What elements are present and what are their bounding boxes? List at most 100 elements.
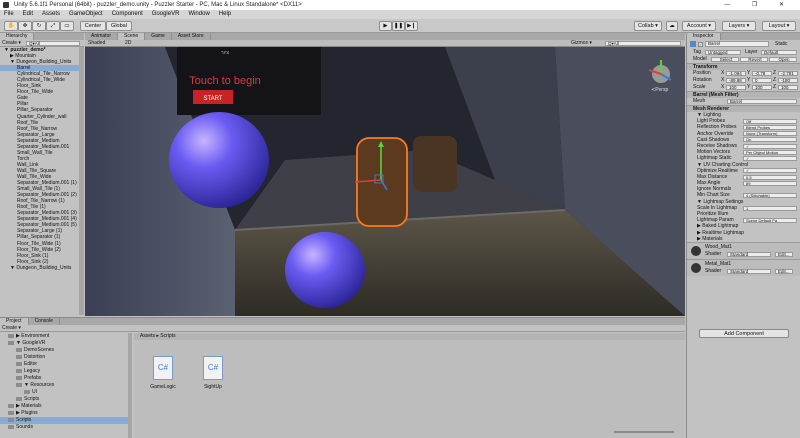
script-asset[interactable]: C# SightUp: [196, 356, 230, 396]
folder-item[interactable]: Scripts: [0, 396, 128, 403]
folder-item[interactable]: ▶ Materials: [0, 403, 128, 410]
blue-sphere-large[interactable]: [169, 112, 269, 208]
property-value[interactable]: 0.5: [743, 174, 797, 180]
rotate-tool-button[interactable]: ↻: [32, 21, 46, 31]
model-revert-button[interactable]: Revert: [740, 56, 768, 63]
project-breadcrumb[interactable]: Assets ▸ Scripts: [134, 333, 685, 340]
mesh-filter-header[interactable]: Barrel (Mesh Filter): [687, 91, 800, 98]
shader-edit-button[interactable]: Edit...: [775, 251, 793, 258]
step-button[interactable]: ▶❙: [405, 21, 418, 31]
move-tool-button[interactable]: ✥: [18, 21, 32, 31]
scene-render[interactable]: ציור Touch to begin START ≺Persp: [85, 40, 685, 316]
transform-header[interactable]: Transform: [687, 63, 800, 70]
account-button[interactable]: Account ▾: [682, 21, 716, 31]
mesh-field[interactable]: Barrel: [727, 98, 797, 105]
property-value[interactable]: ✓: [743, 168, 797, 174]
property-value[interactable]: 89: [743, 180, 797, 186]
property-value[interactable]: On: [743, 137, 797, 143]
menu-item-help[interactable]: Help: [219, 10, 231, 19]
folder-item[interactable]: Editor: [0, 361, 128, 368]
project-create-button[interactable]: Create ▾: [2, 325, 21, 332]
property-value[interactable]: Scene Default Pa: [743, 217, 797, 223]
transform-z-field[interactable]: -2.791: [778, 70, 798, 77]
play-button[interactable]: ▶: [379, 21, 392, 31]
tag-dropdown[interactable]: Untagged: [705, 49, 741, 56]
hierarchy-item[interactable]: ▼ Dungeon_Building_Units: [0, 59, 80, 65]
window-controls[interactable]: — ❐ ✕: [724, 0, 794, 10]
layer-dropdown[interactable]: Default: [761, 49, 797, 56]
blue-sphere-small[interactable]: [285, 232, 365, 308]
tab-scene[interactable]: Scene: [118, 33, 146, 40]
rect-tool-button[interactable]: ▭: [60, 21, 74, 31]
folder-item[interactable]: Scripts: [0, 417, 128, 424]
menu-item-edit[interactable]: Edit: [23, 10, 33, 19]
hierarchy-create-button[interactable]: Create ▾: [2, 40, 21, 47]
layers-button[interactable]: Layers ▾: [722, 21, 756, 31]
transform-x-field[interactable]: -89.98: [726, 77, 746, 84]
mesh-renderer-header[interactable]: Mesh Renderer: [687, 105, 800, 112]
menu-item-component[interactable]: Component: [112, 10, 143, 19]
folder-item[interactable]: Distortion: [0, 354, 128, 361]
shader-edit-button[interactable]: Edit...: [775, 268, 793, 275]
shading-mode-dropdown[interactable]: Shaded: [88, 40, 105, 47]
tab-hierarchy[interactable]: Hierarchy: [0, 33, 35, 40]
tab-asset-store[interactable]: Asset Store: [172, 33, 211, 40]
shader-dropdown[interactable]: Standard: [727, 251, 771, 258]
persp-label[interactable]: ≺Persp: [651, 87, 668, 93]
menu-item-window[interactable]: Window: [188, 10, 209, 19]
scene-view[interactable]: ציור Touch to begin START ≺Persp: [85, 40, 685, 316]
scene-search-input[interactable]: Q▾All: [605, 40, 681, 47]
gizmos-dropdown[interactable]: Gizmos ▾: [571, 40, 592, 47]
property-value[interactable]: ✓: [743, 143, 797, 149]
add-component-button[interactable]: Add Component: [699, 329, 789, 338]
cloud-icon[interactable]: ☁: [666, 21, 678, 31]
property-value[interactable]: Off: [743, 118, 797, 124]
hierarchy-item[interactable]: ▼ Dungeon_Building_Units: [0, 265, 80, 271]
script-asset[interactable]: C# GameLogic: [146, 356, 180, 396]
tab-project[interactable]: Project: [0, 318, 29, 325]
folder-item[interactable]: Prefabs: [0, 375, 128, 382]
transform-x-field[interactable]: -1.094: [726, 70, 746, 77]
folder-item[interactable]: Legacy: [0, 368, 128, 375]
folder-item[interactable]: DemoScenes: [0, 347, 128, 354]
hand-tool-button[interactable]: ✋: [4, 21, 18, 31]
hierarchy-search-input[interactable]: Q▾All: [26, 40, 80, 47]
2d-toggle[interactable]: 2D: [125, 40, 131, 47]
transform-z-field[interactable]: -180: [778, 77, 798, 84]
transform-y-field[interactable]: -0.78: [752, 70, 772, 77]
transform-y-field[interactable]: 0: [752, 77, 772, 84]
property-value[interactable]: 4 (Stitchable): [743, 193, 797, 199]
static-checkbox[interactable]: Static: [775, 40, 788, 49]
property-value[interactable]: ✓: [743, 156, 797, 161]
folder-item[interactable]: Sounds: [0, 424, 128, 431]
folder-item[interactable]: ▼ Resources: [0, 382, 128, 389]
property-value[interactable]: 1: [743, 205, 797, 211]
menu-item-file[interactable]: File: [4, 10, 14, 19]
property-value[interactable]: None (Transform): [743, 131, 797, 137]
object-name-field[interactable]: Barrel: [705, 41, 769, 47]
model-open-button[interactable]: Open: [769, 56, 797, 63]
collab-button[interactable]: Collab ▾: [634, 21, 662, 31]
active-checkbox[interactable]: ✓: [698, 42, 703, 47]
transform-z-field[interactable]: 100: [778, 84, 798, 91]
folder-item[interactable]: UI: [0, 389, 128, 396]
property-value[interactable]: Per Object Motion: [743, 149, 797, 155]
project-tree-scrollbar[interactable]: [128, 333, 132, 438]
scale-tool-button[interactable]: ⤢: [46, 21, 60, 31]
layout-button[interactable]: Layout ▾: [762, 21, 796, 31]
menu-item-gameobject[interactable]: GameObject: [69, 10, 103, 19]
tab-game[interactable]: Game: [145, 33, 172, 40]
tab-animator[interactable]: Animator: [85, 33, 119, 40]
hierarchy-scrollbar[interactable]: [79, 47, 84, 315]
tab-inspector[interactable]: Inspector: [687, 33, 721, 40]
menu-item-assets[interactable]: Assets: [42, 10, 60, 19]
zoom-slider[interactable]: [614, 431, 674, 433]
pause-button[interactable]: ❚❚: [392, 21, 405, 31]
folder-item[interactable]: ▶ Plugins: [0, 410, 128, 417]
shader-dropdown[interactable]: Standard: [727, 268, 771, 275]
pivot-global-button[interactable]: Global: [106, 21, 132, 31]
folder-item[interactable]: ▶ Environment: [0, 333, 128, 340]
property-value[interactable]: Blend Probes: [743, 125, 797, 131]
folder-item[interactable]: ▼ GoogleVR: [0, 340, 128, 347]
transform-x-field[interactable]: 100: [726, 84, 746, 91]
